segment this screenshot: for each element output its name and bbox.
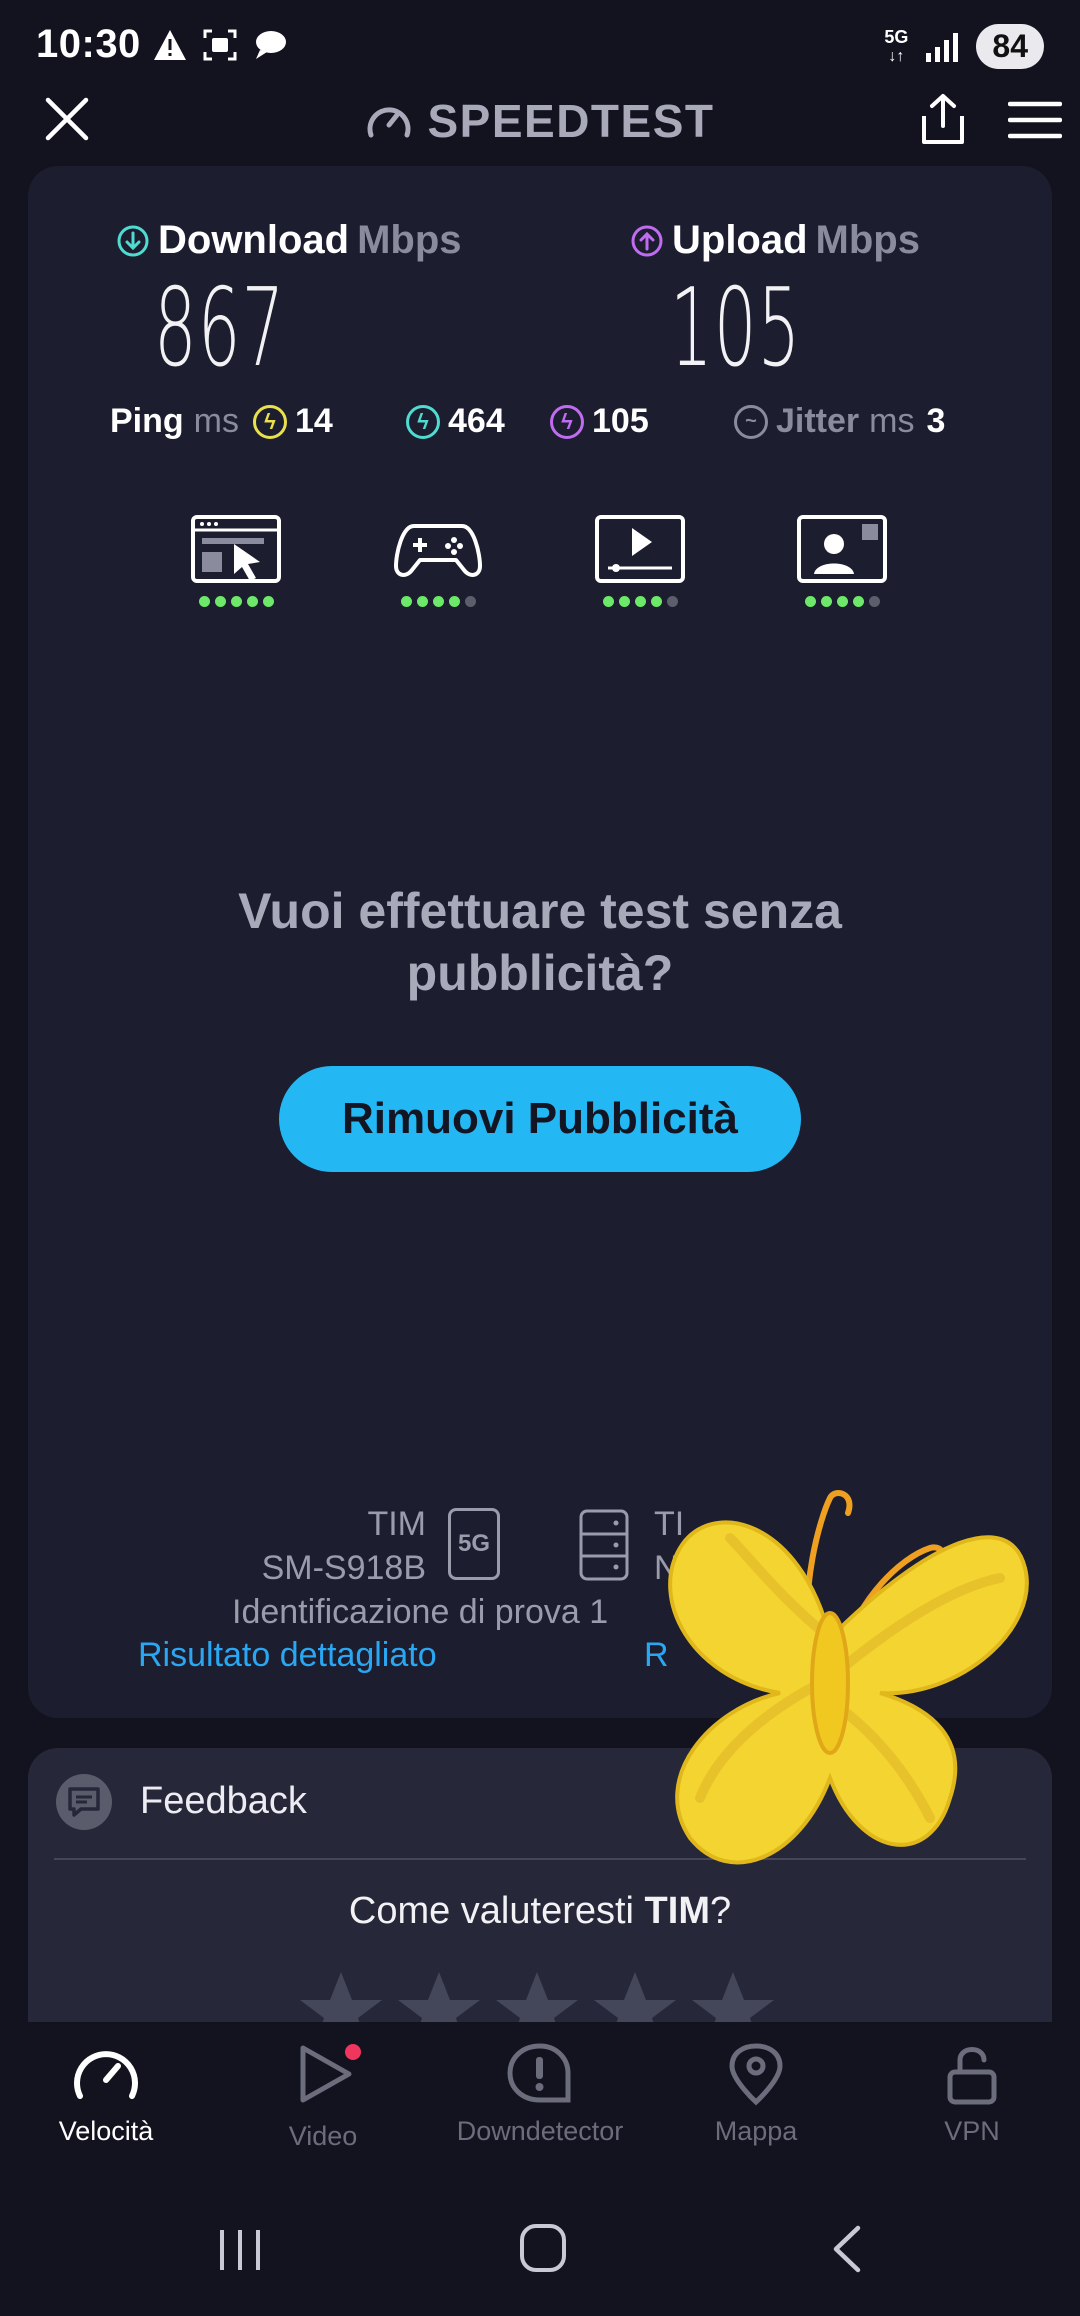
download-arrow-icon (117, 225, 149, 256)
jitter-icon: ~ (734, 404, 768, 439)
ping-label: Ping (110, 402, 184, 440)
quality-browsing[interactable] (186, 514, 286, 607)
new-content-dot (345, 2044, 361, 2060)
browser-cursor-icon (191, 515, 281, 583)
share-button[interactable] (918, 92, 968, 151)
quality-streaming-dots (602, 596, 678, 607)
remove-ads-button[interactable]: Rimuovi Pubblicità (279, 1066, 801, 1172)
status-right-icons: 5G ↓↑ 84 (884, 24, 1044, 69)
ping-unit: ms (193, 402, 239, 440)
jitter-label: Jitter (776, 402, 860, 440)
download-header: Download Mbps (116, 218, 462, 263)
star-icon[interactable] (494, 1968, 580, 2028)
nav-video[interactable]: Video (223, 2042, 423, 2152)
ping-download-stat: ϟ 464 (406, 402, 505, 441)
chat-bubble-icon (256, 31, 286, 59)
ad-free-question: Vuoi effettuare test senza pubblicità? (238, 883, 842, 1001)
provider-name: TIM (367, 1505, 426, 1543)
video-call-icon (797, 515, 887, 583)
upload-unit: Mbps (815, 218, 920, 262)
download-unit: Mbps (357, 218, 462, 262)
speedometer-icon (368, 107, 411, 138)
recents-icon (220, 2230, 260, 2270)
nav-mappa[interactable]: Mappa (656, 2042, 856, 2147)
5g-device-icon: 5G (448, 1508, 500, 1580)
test-id: Identificazione di prova 1 (232, 1593, 609, 1631)
gamepad-icon (394, 524, 482, 577)
home-icon (520, 2224, 566, 2272)
back-button[interactable] (826, 2224, 866, 2279)
star-icon[interactable] (396, 1968, 482, 2028)
ping-idle-value: 14 (295, 402, 333, 440)
status-time: 10:30 (36, 22, 141, 66)
provider-info: TIM SM-S918B (220, 1502, 426, 1590)
jitter-stat: ~ Jitter ms 3 (734, 402, 945, 441)
signal-icon (926, 32, 959, 62)
star-icon[interactable] (298, 1968, 384, 2028)
download-label: Download (158, 218, 350, 262)
star-icon[interactable] (690, 1968, 776, 2028)
download-value: 867 (154, 266, 286, 391)
recents-button[interactable] (216, 2226, 264, 2279)
menu-icon (1007, 101, 1063, 139)
feedback-title: Feedback (140, 1780, 307, 1822)
back-icon (833, 2225, 861, 2273)
warning-icon (154, 30, 186, 60)
quality-streaming[interactable] (590, 514, 690, 607)
quality-video-call[interactable] (792, 514, 892, 607)
detailed-result-link[interactable]: Risultato dettagliato (138, 1636, 437, 1675)
menu-button[interactable] (1007, 100, 1063, 145)
upload-value: 105 (670, 266, 802, 391)
unlock-icon (947, 2047, 997, 2105)
quality-gaming[interactable] (388, 514, 488, 607)
status-notification-icons (152, 28, 288, 62)
feedback-icon (56, 1774, 112, 1830)
ping-upload-value: 105 (592, 402, 649, 440)
nav-velocita[interactable]: Velocità (6, 2042, 206, 2147)
ping-download-value: 464 (448, 402, 505, 440)
video-play-icon (595, 515, 685, 583)
home-button[interactable] (518, 2222, 568, 2279)
rating-stars[interactable] (298, 1968, 776, 2028)
ping-upload-stat: ϟ 105 (550, 402, 649, 441)
upload-label: Upload (672, 218, 808, 262)
speedometer-icon (74, 2051, 138, 2099)
screenshot-icon (203, 29, 237, 61)
server-icon (578, 1508, 630, 1587)
quality-browsing-dots (198, 596, 274, 607)
alert-bubble-icon (507, 2043, 571, 2103)
ping-upload-icon: ϟ (550, 404, 584, 439)
jitter-unit: ms (869, 402, 915, 440)
star-icon[interactable] (592, 1968, 678, 2028)
network-type-5g: 5G ↓↑ (884, 26, 909, 65)
nav-downdetector[interactable]: Downdetector (440, 2042, 640, 2147)
device-model: SM-S918B (261, 1549, 426, 1587)
ping-download-icon: ϟ (406, 404, 440, 439)
upload-header: Upload Mbps (630, 218, 920, 263)
quality-video-call-dots (804, 596, 880, 607)
quality-gaming-dots (400, 596, 476, 607)
share-icon (922, 94, 964, 144)
battery-indicator: 84 (976, 24, 1044, 69)
map-pin-icon (729, 2043, 783, 2106)
upload-arrow-icon (631, 225, 663, 256)
nav-vpn[interactable]: VPN (872, 2042, 1072, 2147)
jitter-value: 3 (926, 402, 946, 440)
ping-stat: Ping ms ϟ 14 (110, 402, 333, 441)
butterfly-sticker (630, 1478, 1040, 1903)
ping-idle-icon: ϟ (253, 404, 287, 439)
